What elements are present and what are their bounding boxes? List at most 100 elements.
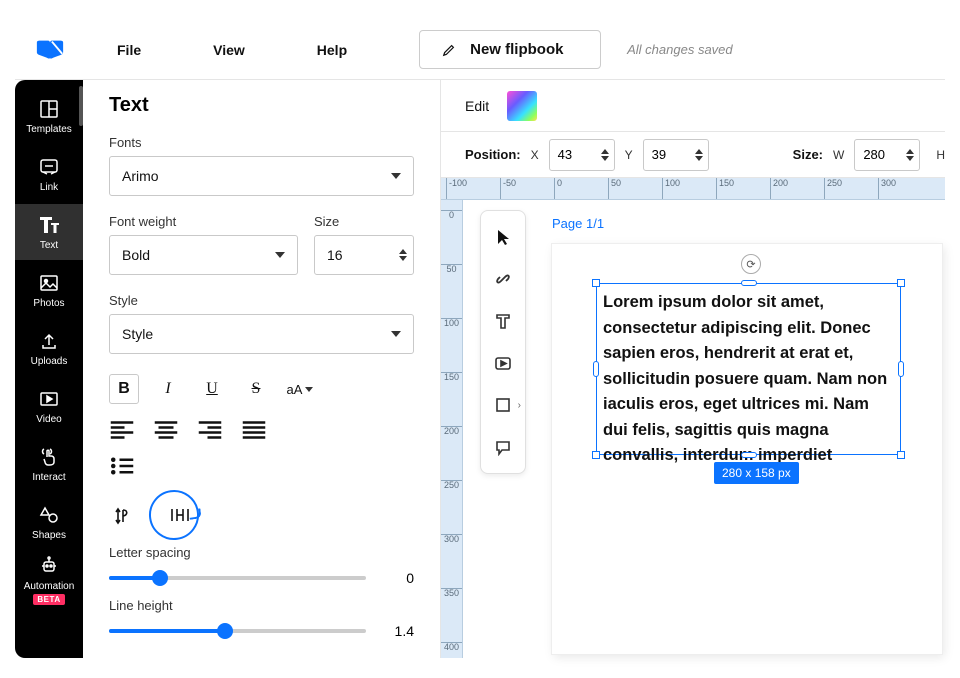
rotate-handle[interactable]: ⟳ — [741, 254, 761, 274]
resize-handle-br[interactable] — [897, 451, 905, 459]
w-value: 280 — [863, 147, 885, 162]
x-spinner[interactable] — [601, 149, 609, 161]
text-format-toolbar: B I U S aA — [109, 374, 414, 404]
fonts-label: Fonts — [109, 135, 414, 150]
sidebar-item-shapes[interactable]: Shapes — [15, 494, 83, 550]
sidebar-item-photos[interactable]: Photos — [15, 262, 83, 318]
font-select[interactable]: Arimo — [109, 156, 414, 196]
page-indicator: Page 1/1 — [552, 216, 604, 231]
resize-handle-bl[interactable] — [592, 451, 600, 459]
sidebar-item-link[interactable]: Link — [15, 146, 83, 202]
canvas-tool-palette: › — [480, 210, 526, 474]
size-label: Size — [314, 214, 414, 229]
position-size-bar: Position: X 43 Y 39 Size: W 280 H — [441, 132, 945, 178]
underline-button[interactable]: U — [197, 374, 227, 404]
position-label: Position: — [465, 147, 521, 162]
alignment-toolbar — [109, 420, 414, 440]
video-tool[interactable] — [483, 343, 523, 383]
sidebar-item-templates[interactable]: Templates — [15, 88, 83, 144]
shape-tool[interactable]: › — [483, 385, 523, 425]
horizontal-ruler: -100-50050100150200250300 — [441, 178, 945, 200]
resize-handle-tc[interactable] — [741, 280, 757, 286]
bullet-list-button[interactable] — [109, 456, 135, 476]
y-spinner[interactable] — [695, 149, 703, 161]
text-box-content: Lorem ipsum dolor sit amet, consectetur … — [603, 293, 887, 464]
resize-handle-bc[interactable] — [741, 452, 757, 458]
link-tool[interactable] — [483, 259, 523, 299]
w-spinner[interactable] — [906, 149, 914, 161]
align-right-button[interactable] — [197, 420, 223, 440]
y-input[interactable]: 39 — [643, 139, 709, 171]
italic-button[interactable]: I — [153, 374, 183, 404]
y-value: 39 — [652, 147, 666, 162]
resize-handle-tr[interactable] — [897, 279, 905, 287]
uploads-icon — [38, 330, 60, 352]
resize-handle-rc[interactable] — [898, 361, 904, 377]
letter-spacing-slider[interactable] — [109, 576, 366, 580]
menu-file[interactable]: File — [117, 42, 141, 58]
sidebar-item-uploads[interactable]: Uploads — [15, 320, 83, 376]
x-input[interactable]: 43 — [549, 139, 615, 171]
top-menu-bar: File View Help New flipbook All changes … — [15, 20, 945, 80]
comment-tool[interactable] — [483, 427, 523, 467]
templates-icon — [38, 98, 60, 120]
edit-toolbar: Edit — [441, 80, 945, 132]
sidebar-item-automation[interactable]: Automation BETA — [15, 552, 83, 608]
sidebar-item-text[interactable]: Text — [15, 204, 83, 260]
edit-label: Edit — [465, 98, 489, 114]
vertical-ruler: 050100150200250300350400 — [441, 200, 463, 658]
sidebar-label: Interact — [32, 472, 65, 483]
align-center-button[interactable] — [153, 420, 179, 440]
pencil-icon — [442, 43, 456, 57]
text-case-button[interactable]: aA — [285, 374, 315, 404]
align-left-button[interactable] — [109, 420, 135, 440]
new-flipbook-label: New flipbook — [470, 41, 563, 58]
font-weight-select[interactable]: Bold — [109, 235, 298, 275]
font-size-input[interactable]: 16 — [314, 235, 414, 275]
sidebar-item-interact[interactable]: Interact — [15, 436, 83, 492]
align-justify-button[interactable] — [241, 420, 267, 440]
new-flipbook-button[interactable]: New flipbook — [419, 30, 601, 69]
sidebar-item-video[interactable]: Video — [15, 378, 83, 434]
line-height-value: 1.4 — [384, 623, 414, 639]
spacing-mode-row — [109, 499, 414, 533]
x-value: 43 — [558, 147, 572, 162]
strikethrough-button[interactable]: S — [241, 374, 271, 404]
sidebar-label: Link — [40, 182, 58, 193]
font-size-value: 16 — [327, 247, 343, 263]
resize-handle-tl[interactable] — [592, 279, 600, 287]
menu-help[interactable]: Help — [317, 42, 347, 58]
letter-spacing-button[interactable] — [163, 499, 197, 533]
line-height-label: Line height — [109, 598, 414, 613]
font-weight-value: Bold — [122, 247, 150, 263]
letter-spacing-label: Letter spacing — [109, 545, 414, 560]
sidebar-label: Shapes — [32, 530, 66, 541]
style-label: Style — [109, 293, 414, 308]
sidebar-label: Templates — [26, 124, 72, 135]
style-select-value: Style — [122, 326, 153, 342]
sidebar-label: Text — [40, 240, 58, 251]
video-icon — [38, 388, 60, 410]
style-select[interactable]: Style — [109, 314, 414, 354]
menu-view[interactable]: View — [213, 42, 245, 58]
letter-spacing-value: 0 — [384, 570, 414, 586]
beta-badge: BETA — [33, 594, 64, 605]
save-status: All changes saved — [627, 42, 733, 57]
color-picker-button[interactable] — [507, 91, 537, 121]
select-tool[interactable] — [483, 217, 523, 257]
line-height-slider[interactable] — [109, 629, 366, 633]
selected-text-box[interactable]: Lorem ipsum dolor sit amet, consectetur … — [596, 283, 901, 455]
text-icon — [38, 214, 60, 236]
dimensions-badge: 280 x 158 px — [714, 462, 799, 484]
x-axis-label: X — [531, 148, 539, 162]
y-axis-label: Y — [625, 148, 633, 162]
resize-handle-lc[interactable] — [593, 361, 599, 377]
bold-button[interactable]: B — [109, 374, 139, 404]
paragraph-spacing-button[interactable] — [109, 499, 143, 533]
w-input[interactable]: 280 — [854, 139, 920, 171]
size-spinner[interactable] — [399, 249, 407, 261]
text-tool[interactable] — [483, 301, 523, 341]
sidebar-label: Photos — [33, 298, 64, 309]
automation-icon — [38, 555, 60, 577]
panel-title: Text — [109, 94, 414, 117]
